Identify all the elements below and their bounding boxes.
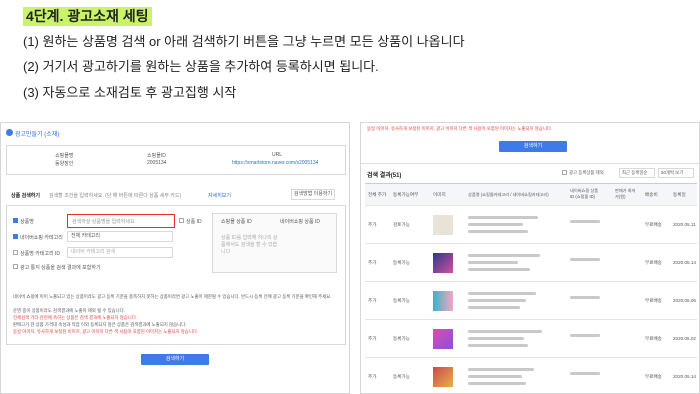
id-hint: 상품 ID를 입력해 하나의 상품에서도 검색을 할 수 있습니다 bbox=[221, 235, 278, 255]
row-shipping: 무료배송 bbox=[645, 336, 662, 341]
row-date: 2020.05.14 bbox=[673, 374, 696, 379]
sort-select[interactable]: 최근 등록일순 bbox=[619, 168, 655, 178]
col-name: 상품명 (쇼핑몰카테고리 / 네이버쇼핑카테고리) bbox=[468, 192, 549, 197]
panel-header: 광고만들기 (소재) bbox=[15, 132, 60, 138]
row-date: 2020.05.02 bbox=[673, 336, 696, 341]
include-label: 광고 통지 상품을 검색 결과에 포함하기 bbox=[20, 265, 101, 271]
col-product-id: 네이버쇼핑 상품 ID (쇼핑몰 ID) bbox=[570, 188, 599, 199]
store-id-label: 쇼핑몰ID bbox=[147, 153, 166, 159]
col-price: 판매가 최저가(원) bbox=[615, 188, 636, 199]
row-date: 2020.05.14 bbox=[673, 260, 696, 265]
search-hint: 검색할 조건을 입력하세요. (단 해 버튼에 따른다 상품 세부 카드) bbox=[49, 193, 182, 199]
row-add-link[interactable]: 추가 bbox=[368, 336, 376, 342]
product-thumbnail bbox=[433, 367, 453, 387]
search-input-placeholder: 검색하실 상품명을 입력하세요 bbox=[72, 219, 135, 225]
page-heading: 4단계. 광고소재 세팅 bbox=[23, 7, 152, 26]
exclude-checkbox[interactable] bbox=[562, 170, 567, 175]
brand-checkbox[interactable] bbox=[13, 250, 18, 255]
note-3: 전체검색 기타 관련에 속하는 상품은 검색 결과에 노출되지 않습니다. bbox=[13, 315, 138, 320]
row-add-link[interactable]: 추가 bbox=[368, 260, 376, 266]
product-thumbnail bbox=[433, 215, 453, 235]
store-url-label: URL bbox=[272, 152, 283, 158]
right-screenshot-panel: 동일 이미지, 유사하게 보정된 이미지, 광고 이미지 다른 색 사용이 포함… bbox=[360, 122, 700, 394]
store-name-label: 쇼핑몰명 bbox=[55, 153, 74, 159]
cond-brand-label: 상품명 카테고리 ID bbox=[20, 251, 60, 257]
row-status: 등록가능 bbox=[393, 374, 410, 379]
row-add-link[interactable]: 추가 bbox=[368, 374, 376, 380]
cond-category-label: 네이버쇼핑 카테고리 bbox=[20, 235, 63, 241]
option-shop-id[interactable]: 쇼핑몰 상품 ID bbox=[221, 218, 252, 225]
note-2: 운영 중이 상품이라도 검색결과에 노출이 제외 될 수 있습니다. bbox=[13, 308, 125, 313]
id-checkbox[interactable] bbox=[179, 218, 184, 223]
exclude-label: 광고 등록상품 제외 bbox=[569, 170, 604, 175]
table-row: 추가 등록가능 무료배송 2020.05.14 bbox=[365, 243, 697, 281]
col-add-all[interactable]: 전체 추가 bbox=[368, 192, 386, 198]
row-shipping: 무료배송 bbox=[645, 298, 662, 303]
product-thumbnail bbox=[433, 291, 453, 311]
col-status: 등록가능여부 bbox=[393, 192, 419, 197]
table-header: 전체 추가 등록가능여부 이미지 상품명 (쇼핑몰카테고리 / 네이버쇼핑카테고… bbox=[365, 183, 697, 205]
product-name-search-input[interactable]: 검색하실 상품명을 입력하세요 bbox=[67, 214, 175, 228]
product-thumbnail bbox=[433, 329, 453, 349]
store-name-value: 동양장인 bbox=[55, 161, 74, 167]
cond-name-label: 상품명 bbox=[20, 219, 34, 225]
table-row: 추가 등록가능 무료배송 2020.05.14 bbox=[365, 357, 697, 393]
step-3: (3) 자동으로 소재검토 후 광고집행 시작 bbox=[23, 85, 237, 100]
table-row: 추가 등록가능 무료배송 2020.05.06 bbox=[365, 281, 697, 319]
col-date: 등록일 bbox=[673, 192, 686, 197]
row-date: 2020.05.06 bbox=[673, 298, 696, 303]
col-image: 이미지 bbox=[433, 192, 446, 197]
left-search-button[interactable]: 검색하기 bbox=[141, 354, 209, 365]
name-checkbox[interactable] bbox=[13, 218, 18, 223]
row-shipping: 무료배송 bbox=[645, 260, 662, 265]
brand-input[interactable]: 네이버 카테고리 검색 bbox=[67, 247, 173, 258]
row-shipping: 무료배송 bbox=[645, 222, 662, 227]
table-row: 추가 검토가능 무료배송 2020.05.11 bbox=[365, 205, 697, 243]
results-title: 검색 결과(51) bbox=[367, 173, 402, 179]
row-add-link[interactable]: 추가 bbox=[368, 298, 376, 304]
cond-id-label: 상품 ID bbox=[186, 219, 202, 225]
row-shipping: 무료배송 bbox=[645, 374, 662, 379]
row-status: 등록가능 bbox=[393, 336, 410, 341]
table-row: 추가 등록가능 무료배송 2020.05.02 bbox=[365, 319, 697, 357]
row-status: 검토가능 bbox=[393, 222, 410, 227]
option-naver-id[interactable]: 네이버쇼핑 상품 ID bbox=[280, 218, 320, 225]
left-screenshot-panel: 광고만들기 (소재) 쇼핑몰명 동양장인 쇼핑몰ID 2005134 URL h… bbox=[0, 122, 350, 394]
note-5: 동일 이미지, 유사하게 보정된 이미지, 광고 이미지 다른 색 사용이 포함… bbox=[13, 329, 199, 334]
row-date: 2020.05.11 bbox=[673, 222, 696, 227]
category-checkbox[interactable] bbox=[13, 234, 18, 239]
step-number-icon bbox=[6, 129, 13, 136]
right-search-button[interactable]: 검색하기 bbox=[499, 141, 567, 152]
step-1: (1) 원하는 상품명 검색 or 아래 검색하기 버튼을 그냥 누르면 모든 … bbox=[23, 34, 465, 49]
search-title: 상품 검색하기 bbox=[11, 193, 40, 199]
store-url-link[interactable]: https://smartstore.naver.com/s2005134 bbox=[232, 160, 318, 166]
id-option-box: 쇼핑몰 상품 ID 네이버쇼핑 상품 ID 상품 ID를 입력해 하나의 상품에… bbox=[212, 213, 337, 273]
row-add-link[interactable]: 추가 bbox=[368, 222, 376, 228]
note-1: 네이버 쇼핑에 이미 노출되고 있는 상품이라도 광고 등록 기준을 충족하지 … bbox=[13, 294, 332, 299]
store-info-box: 쇼핑몰명 동양장인 쇼핑몰ID 2005134 URL https://smar… bbox=[6, 145, 346, 175]
step-2: (2) 거기서 광고하기를 원하는 상품을 추가하여 등록하시면 됩니다. bbox=[23, 59, 379, 74]
category-select[interactable]: 전체 카테고리 bbox=[67, 231, 173, 242]
results-table-body: 추가 검토가능 무료배송 2020.05.11 추가 등록가능 무료배송 202… bbox=[365, 205, 697, 393]
row-status: 등록가능 bbox=[393, 260, 410, 265]
search-conditions-box: 상품명 검색하실 상품명을 입력하세요 상품 ID 쇼핑몰 상품 ID 네이버쇼… bbox=[6, 205, 346, 345]
store-id-value: 2005134 bbox=[147, 160, 167, 166]
search-help-button[interactable]: 검색방법 이용하기 bbox=[291, 189, 335, 200]
pagesize-select[interactable]: 50개씩 보기 bbox=[658, 168, 694, 178]
include-checkbox[interactable] bbox=[13, 264, 18, 269]
row-status: 등록가능 bbox=[393, 298, 410, 303]
note-4: 판매고가 한 상품 가격대 속성과 작업 이외 등록되지 않은 상품은 검색결과… bbox=[13, 322, 187, 327]
right-top-note: 동일 이미지, 유사하게 보정된 이미지, 광고 이미지 다른 색 사용이 포함… bbox=[367, 126, 553, 131]
col-shipping: 배송비 bbox=[645, 192, 658, 197]
search-detail-link[interactable]: 자세히보기 bbox=[208, 192, 231, 199]
product-thumbnail bbox=[433, 253, 453, 273]
